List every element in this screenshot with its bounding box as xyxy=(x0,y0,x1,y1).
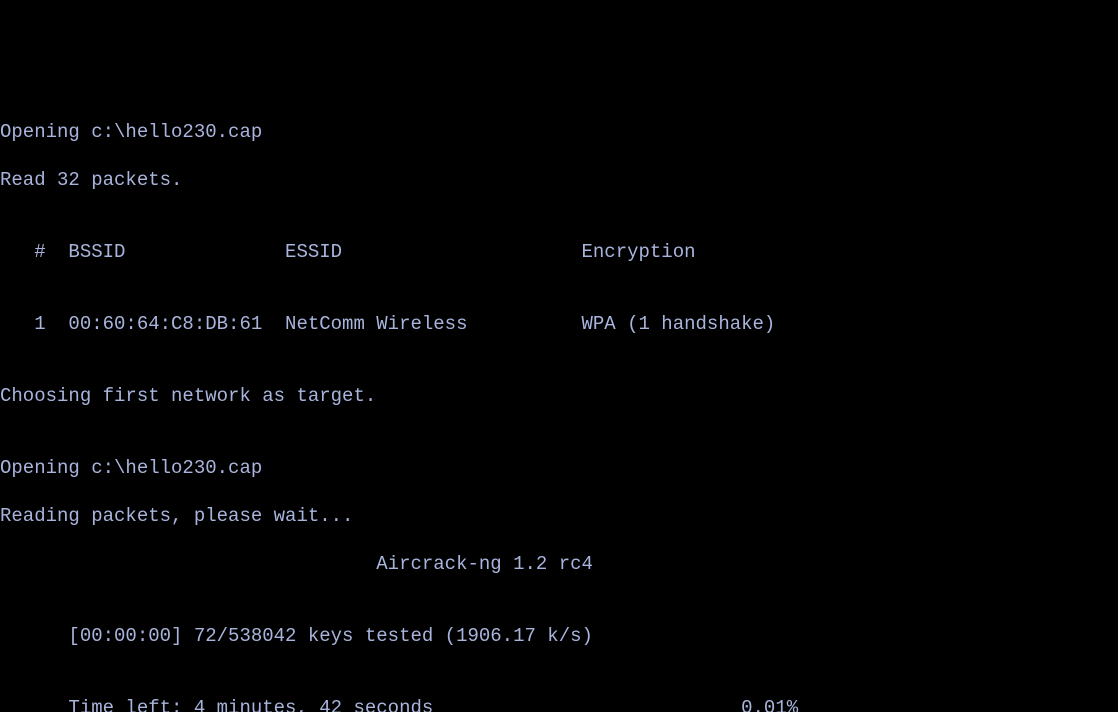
keys-tested-line: [00:00:00] 72/538042 keys tested (1906.1… xyxy=(0,624,1118,648)
opening-file-line: Opening c:\hello230.cap xyxy=(0,456,1118,480)
time-left-line: Time left: 4 minutes, 42 seconds 0.01% xyxy=(0,696,1118,712)
reading-packets-line: Reading packets, please wait... xyxy=(0,504,1118,528)
network-table-header: # BSSID ESSID Encryption xyxy=(0,240,1118,264)
choosing-target-line: Choosing first network as target. xyxy=(0,384,1118,408)
aircrack-title-line: Aircrack-ng 1.2 rc4 xyxy=(0,552,1118,576)
read-packets-line: Read 32 packets. xyxy=(0,168,1118,192)
network-row: 1 00:60:64:C8:DB:61 NetComm Wireless WPA… xyxy=(0,312,1118,336)
opening-file-line: Opening c:\hello230.cap xyxy=(0,120,1118,144)
terminal-output: Opening c:\hello230.cap Read 32 packets.… xyxy=(0,96,1118,712)
